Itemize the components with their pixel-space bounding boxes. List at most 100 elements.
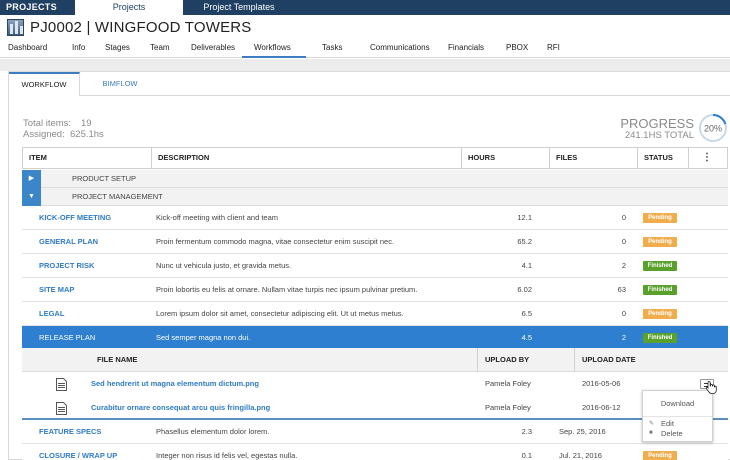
menu-edit[interactable]: Edit [661, 419, 674, 428]
nav-financials[interactable]: Financials [448, 43, 484, 52]
files-table-header: FILE NAME UPLOAD BY UPLOAD DATE [22, 348, 728, 372]
item-files: 2 [621, 333, 626, 342]
file-name[interactable]: Curabitur ornare consequat arcu quis fri… [91, 396, 270, 420]
nav-dashboard[interactable]: Dashboard [8, 43, 47, 52]
table-row[interactable]: SITE MAP Proin lobortis eu felis at orna… [22, 278, 728, 302]
document-icon [56, 402, 67, 415]
table-row[interactable]: FEATURE SPECS Phasellus elementum dolor … [22, 420, 728, 444]
col-description[interactable]: DESCRIPTION [151, 148, 461, 168]
table-row[interactable]: LEGAL Lorem ipsum dolor sit amet, consec… [22, 302, 728, 326]
app-brand: PROJECTS [6, 2, 57, 12]
assigned-label: Assigned: [23, 129, 65, 140]
nav-deliverables[interactable]: Deliverables [191, 43, 235, 52]
file-name[interactable]: Sed hendrerit ut magna elementum dictum.… [91, 372, 259, 396]
upload-date: 2016-06-12 [582, 403, 621, 412]
hand-cursor-icon [705, 381, 717, 394]
progress-label: PROGRESS [620, 116, 694, 131]
col-status[interactable]: STATUS [637, 148, 688, 168]
column-options-icon[interactable]: ⋮ [700, 152, 714, 164]
item-name[interactable]: GENERAL PLAN [39, 230, 98, 253]
col-hours[interactable]: HOURS [461, 148, 549, 168]
status-badge: Finished [643, 285, 677, 295]
content-gutter [0, 59, 730, 71]
file-row[interactable]: Curabitur ornare consequat arcu quis fri… [22, 396, 728, 420]
pencil-icon: ✎ [649, 421, 655, 427]
group-project-management[interactable]: ▼ PROJECT MANAGEMENT [22, 188, 728, 206]
tab-project-templates[interactable]: Project Templates [185, 0, 293, 15]
item-files: 63 [617, 285, 626, 294]
menu-download[interactable]: Download [643, 391, 712, 417]
item-name[interactable]: PROJECT RISK [39, 254, 94, 277]
col-upload-date[interactable]: UPLOAD DATE [582, 348, 636, 372]
trash-icon: ■ [649, 430, 653, 436]
document-icon [56, 378, 67, 391]
total-items: Total items: 19 [23, 118, 92, 129]
assigned-value: 625.1hs [70, 129, 104, 140]
total-items-value: 19 [81, 118, 92, 129]
status-badge: Finished [643, 333, 677, 343]
status-badge: Finished [643, 261, 677, 271]
tab-bimflow[interactable]: BIMFLOW [80, 72, 160, 96]
item-description: Sed semper magna non dui. [156, 333, 251, 342]
table-row[interactable]: GENERAL PLAN Proin fermentum commodo mag… [22, 230, 728, 254]
nav-team[interactable]: Team [150, 43, 170, 52]
collapse-icon[interactable]: ▼ [22, 188, 41, 206]
nav-pbox[interactable]: PBOX [506, 43, 528, 52]
item-name[interactable]: RELEASE PLAN [39, 326, 95, 349]
status-badge: Pending [643, 451, 677, 460]
page-title: PJ0002 | WINGFOOD TOWERS [30, 19, 252, 36]
tab-projects[interactable]: Projects [75, 0, 183, 15]
status-badge: Pending [643, 309, 677, 319]
table-row[interactable]: CLOSURE / WRAP UP Integer non risus id f… [22, 444, 728, 460]
item-hours: 4.1 [521, 261, 532, 270]
total-items-label: Total items: [23, 118, 72, 129]
item-hours: 6.02 [517, 285, 532, 294]
item-name[interactable]: CLOSURE / WRAP UP [39, 444, 117, 460]
item-date: Sep. 25, 2016 [559, 427, 606, 436]
item-date: Jul. 21, 2016 [559, 451, 602, 460]
top-bar: PROJECTS Projects Project Templates [0, 0, 730, 15]
project-nav: Dashboard Info Stages Team Deliverables … [0, 41, 730, 58]
col-upload-by[interactable]: UPLOAD BY [485, 348, 529, 372]
nav-workflows[interactable]: Workflows [254, 43, 291, 52]
col-item[interactable]: ITEM [23, 148, 151, 168]
table-header: ITEM DESCRIPTION HOURS FILES STATUS [22, 147, 728, 169]
upload-by: Pamela Foley [485, 403, 531, 412]
item-name[interactable]: LEGAL [39, 302, 64, 325]
item-name[interactable]: KICK-OFF MEETING [39, 206, 111, 229]
item-hours: 4.5 [521, 333, 532, 342]
col-files[interactable]: FILES [549, 148, 637, 168]
table-row[interactable]: KICK-OFF MEETING Kick-off meeting with c… [22, 206, 728, 230]
item-description: Kick-off meeting with client and team [156, 213, 279, 222]
item-hours: 2.3 [521, 427, 532, 436]
menu-delete[interactable]: Delete [661, 429, 683, 438]
tab-divider [80, 95, 730, 96]
item-files: 0 [621, 213, 626, 222]
item-files: 0 [621, 237, 626, 246]
col-file-name[interactable]: FILE NAME [97, 348, 137, 372]
tab-workflow[interactable]: WORKFLOW [9, 72, 80, 96]
assigned-hours: Assigned: 625.1hs [23, 129, 104, 140]
progress-ring: 20% [699, 114, 727, 142]
group-label: PROJECT MANAGEMENT [72, 192, 163, 201]
table-row-selected[interactable]: RELEASE PLAN Sed semper magna non dui. 4… [22, 326, 728, 350]
nav-communications[interactable]: Communications [370, 43, 430, 52]
item-hours: 12.1 [517, 213, 532, 222]
expand-icon[interactable]: ▶ [22, 170, 41, 188]
item-hours: 6.5 [521, 309, 532, 318]
item-description: Lorem ipsum dolor sit amet, consectetur … [156, 309, 404, 318]
file-row[interactable]: Sed hendrerit ut magna elementum dictum.… [22, 372, 728, 396]
group-product-setup[interactable]: ▶ PRODUCT SETUP [22, 170, 728, 188]
nav-rfi[interactable]: RFI [547, 43, 560, 52]
status-badge: Pending [643, 237, 677, 247]
item-files: 2 [621, 261, 626, 270]
item-name[interactable]: SITE MAP [39, 278, 74, 301]
item-hours: 65.2 [517, 237, 532, 246]
item-name[interactable]: FEATURE SPECS [39, 420, 101, 443]
nav-stages[interactable]: Stages [105, 43, 130, 52]
nav-tasks[interactable]: Tasks [322, 43, 342, 52]
nav-info[interactable]: Info [72, 43, 85, 52]
table-row[interactable]: PROJECT RISK Nunc ut vehicula justo, et … [22, 254, 728, 278]
item-description: Nunc ut vehicula justo, et gravida metus… [156, 261, 292, 270]
group-label: PRODUCT SETUP [72, 174, 137, 183]
